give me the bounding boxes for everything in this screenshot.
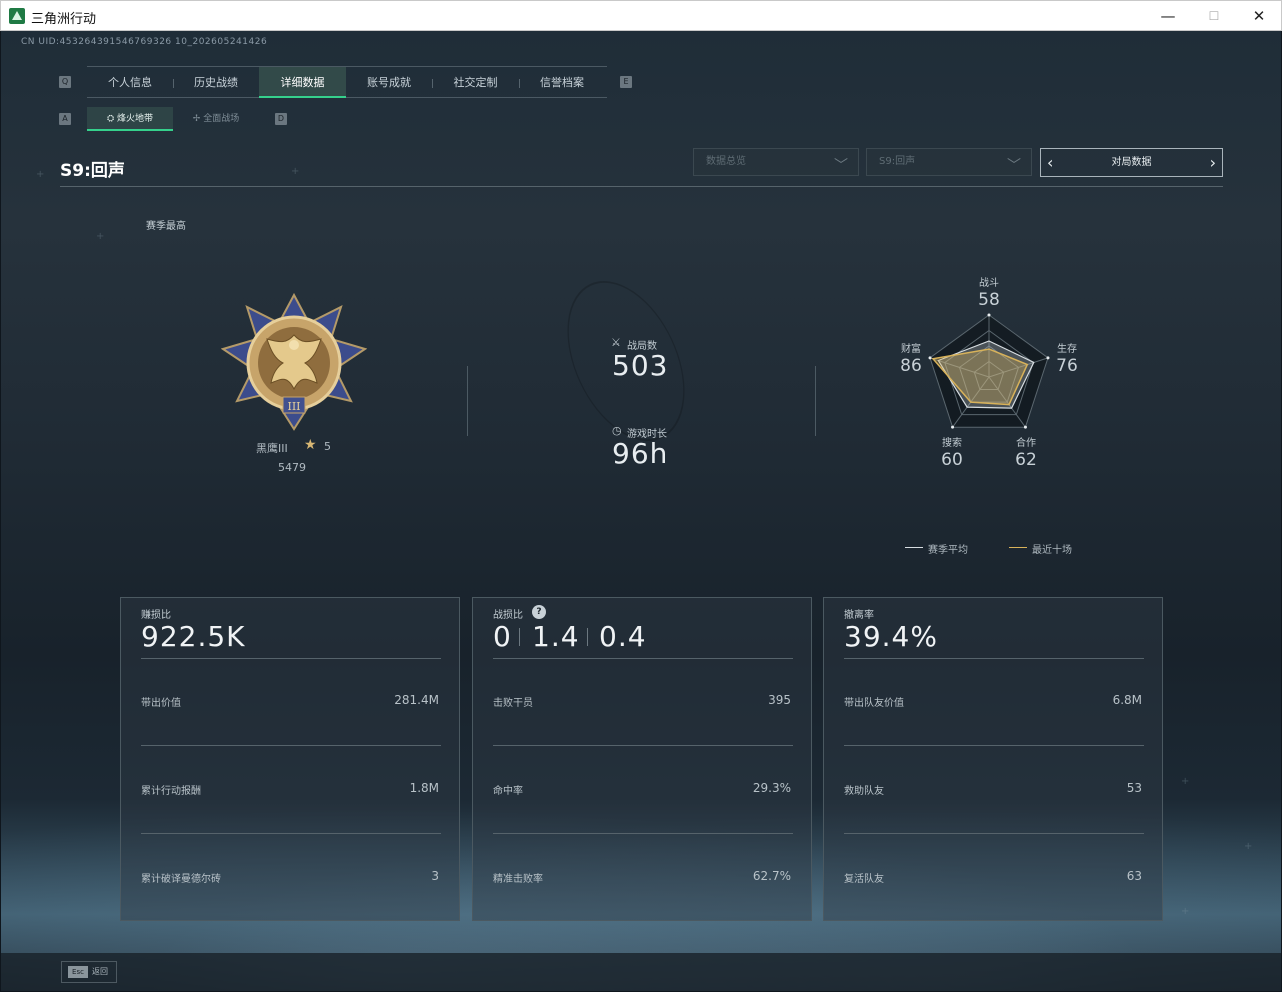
main-tabs: 个人信息 历史战绩 详细数据 账号成就 社交定制 信誉档案 xyxy=(87,66,607,98)
stat-row-value: 3 xyxy=(431,869,439,883)
kd-value-2: 1.4 xyxy=(532,620,580,653)
window-title: 三角洲行动 xyxy=(31,12,97,27)
radar-value-survival: 76 xyxy=(1056,356,1078,376)
stat-row-value: 6.8M xyxy=(1112,693,1142,707)
radar-value-search: 60 xyxy=(941,450,963,470)
profit-card: 赚损比 922.5K 带出价值 281.4M 累计行动报酬 1.8M 累计破译曼… xyxy=(120,597,460,921)
rank-star-count: 5 xyxy=(324,440,331,453)
season-dropdown[interactable]: S9:回声 ﹀ xyxy=(866,148,1032,176)
extract-rate-label: 撤离率 xyxy=(844,610,874,621)
legend-recent-ten: 最近十场 xyxy=(1032,545,1072,556)
subtab-hazard-zone[interactable]: ⛭ 烽火地带 xyxy=(87,107,173,131)
tab-reputation[interactable]: 信誉档案 xyxy=(519,67,605,98)
radar-label-search: 搜索 xyxy=(942,438,962,449)
radar-label-cooperation: 合作 xyxy=(1016,438,1036,449)
stat-row-label: 带出队友价值 xyxy=(844,698,904,709)
stat-row-label: 累计行动报酬 xyxy=(141,786,201,797)
chevron-down-icon: ﹀ xyxy=(1007,158,1021,174)
stat-row-label: 击败干员 xyxy=(493,698,533,709)
play-time-value: 96h xyxy=(612,437,669,470)
stat-row-value: 395 xyxy=(768,693,791,707)
radar-value-wealth: 86 xyxy=(900,356,922,376)
radar-axis-tip xyxy=(951,425,955,429)
stat-row-value: 1.8M xyxy=(409,781,439,795)
stat-row-value: 29.3% xyxy=(752,781,791,795)
radar-label-wealth: 财富 xyxy=(901,344,921,355)
chevron-left-icon[interactable]: ‹ xyxy=(1047,149,1053,176)
tab-detailed-data[interactable]: 详细数据 xyxy=(259,67,346,98)
stat-row-value: 63 xyxy=(1126,869,1142,883)
stat-row-value: 281.4M xyxy=(394,693,439,707)
section-divider xyxy=(467,366,468,436)
crossed-swords-icon: ⚔ xyxy=(611,336,621,349)
eagle-rank-emblem: III xyxy=(221,293,367,431)
prev-tab-key-hint[interactable]: Q xyxy=(59,76,71,88)
close-button[interactable]: ✕ xyxy=(1236,1,1282,31)
star-icon: ★ xyxy=(304,437,317,453)
tab-achievements[interactable]: 账号成就 xyxy=(346,67,432,98)
rank-score: 5479 xyxy=(278,461,306,474)
subtab-full-battlefield[interactable]: ✢ 全面战场 xyxy=(173,107,259,131)
legend-season-avg: 赛季平均 xyxy=(928,545,968,556)
season-best-label: 赛季最高 xyxy=(146,221,186,232)
next-tab-key-hint[interactable]: E xyxy=(620,76,632,88)
esc-key-hint: Esc xyxy=(68,966,88,978)
data-scope-dropdown[interactable]: 数据总览 ﹀ xyxy=(693,148,859,176)
stat-row-label: 累计破译曼德尔砖 xyxy=(141,874,221,885)
legend-recent-line xyxy=(1009,547,1027,548)
kd-value-1: 0 xyxy=(493,620,512,653)
kd-label: 战损比 xyxy=(493,610,523,621)
battlefield-icon: ✢ xyxy=(192,114,204,124)
minimize-button[interactable]: — xyxy=(1145,1,1191,31)
next-subtab-key-hint[interactable]: D xyxy=(275,113,287,125)
profit-ratio-label: 赚损比 xyxy=(141,610,171,621)
kd-value-3: 0.4 xyxy=(599,620,647,653)
matches-value: 503 xyxy=(612,349,669,382)
footer-bar xyxy=(1,953,1281,991)
season-title: S9:回声 xyxy=(60,161,125,181)
match-data-button[interactable]: ‹ 对局数据 › xyxy=(1040,148,1223,177)
tab-match-history[interactable]: 历史战绩 xyxy=(173,67,259,98)
maximize-button[interactable]: ☐ xyxy=(1191,1,1237,31)
back-label: 返回 xyxy=(92,967,108,976)
back-button[interactable]: Esc 返回 xyxy=(61,961,117,983)
legend-season-avg-line xyxy=(905,547,923,548)
stat-row-label: 带出价值 xyxy=(141,698,181,709)
tab-personal-info[interactable]: 个人信息 xyxy=(87,67,173,98)
tab-social[interactable]: 社交定制 xyxy=(432,67,519,98)
stat-row-value: 62.7% xyxy=(752,869,791,883)
app-logo-icon xyxy=(9,8,25,24)
extract-rate-value: 39.4% xyxy=(844,620,938,653)
svg-text:III: III xyxy=(287,400,300,413)
player-uid: CN UID:453264391546769326 10_20260524142… xyxy=(21,37,268,47)
radar-value-cooperation: 62 xyxy=(1015,450,1037,470)
header-divider xyxy=(60,186,1223,187)
prev-subtab-key-hint[interactable]: A xyxy=(59,113,71,125)
rank-name: 黑鹰III xyxy=(256,442,288,455)
hazard-zone-icon: ⛭ xyxy=(106,114,118,124)
kd-card: 战损比 ? 0 1.4 0.4 击败干员 395 命中率 29.3% 精准击败率… xyxy=(472,597,812,921)
profit-ratio-value: 922.5K xyxy=(141,620,246,653)
extract-card: 撤离率 39.4% 带出队友价值 6.8M 救助队友 53 复活队友 63 xyxy=(823,597,1163,921)
stat-row-label: 复活队友 xyxy=(844,874,884,885)
stat-row-value: 53 xyxy=(1126,781,1142,795)
stat-row-label: 救助队友 xyxy=(844,786,884,797)
radar-axis-tip xyxy=(987,313,991,317)
radar-value-combat: 58 xyxy=(978,290,1000,310)
radar-label-survival: 生存 xyxy=(1057,344,1077,355)
chevron-down-icon: ﹀ xyxy=(834,158,848,174)
clock-icon: ◷ xyxy=(612,424,622,437)
game-profile-screen: + + + + + + CN UID:453264391546769326 10… xyxy=(1,31,1281,991)
stat-row-label: 精准击败率 xyxy=(493,874,543,885)
stat-row-label: 命中率 xyxy=(493,786,523,797)
radar-axis-tip xyxy=(1023,425,1027,429)
section-divider xyxy=(815,366,816,436)
help-icon[interactable]: ? xyxy=(532,605,546,619)
window-titlebar: 三角洲行动 — ☐ ✕ xyxy=(0,0,1282,31)
chevron-right-icon[interactable]: › xyxy=(1210,149,1216,176)
radar-label-combat: 战斗 xyxy=(979,278,999,289)
ability-radar-chart xyxy=(928,313,1050,429)
